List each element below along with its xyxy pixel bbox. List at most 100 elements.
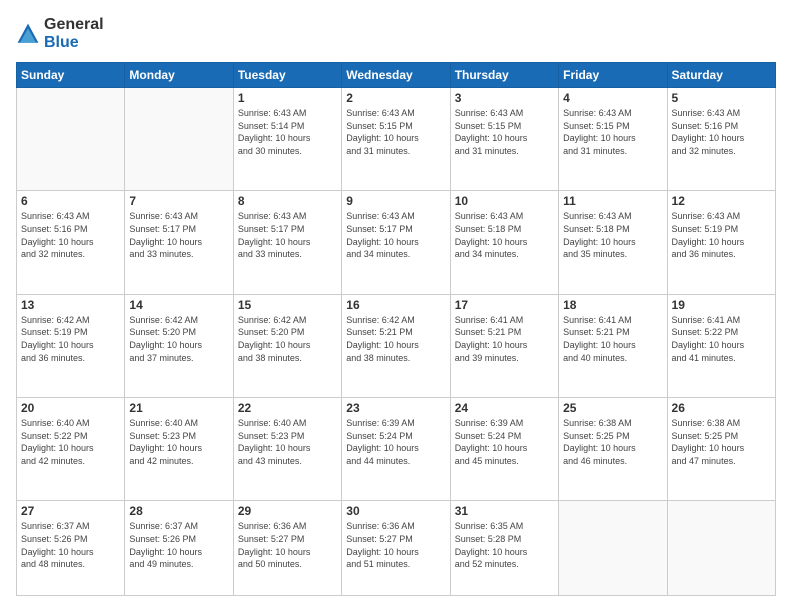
day-number: 21 (129, 401, 228, 415)
day-number: 23 (346, 401, 445, 415)
day-number: 11 (563, 194, 662, 208)
cell-content: Sunrise: 6:38 AM Sunset: 5:25 PM Dayligh… (672, 417, 771, 467)
weekday-header-monday: Monday (125, 63, 233, 88)
day-number: 20 (21, 401, 120, 415)
cell-content: Sunrise: 6:37 AM Sunset: 5:26 PM Dayligh… (129, 520, 228, 570)
cell-content: Sunrise: 6:42 AM Sunset: 5:20 PM Dayligh… (129, 314, 228, 364)
cell-content: Sunrise: 6:43 AM Sunset: 5:18 PM Dayligh… (455, 210, 554, 260)
cell-content: Sunrise: 6:43 AM Sunset: 5:19 PM Dayligh… (672, 210, 771, 260)
cell-content: Sunrise: 6:43 AM Sunset: 5:15 PM Dayligh… (455, 107, 554, 157)
day-number: 9 (346, 194, 445, 208)
calendar-cell: 22 Sunrise: 6:40 AM Sunset: 5:23 PM Dayli… (233, 398, 341, 501)
cell-content: Sunrise: 6:43 AM Sunset: 5:16 PM Dayligh… (672, 107, 771, 157)
weekday-header-tuesday: Tuesday (233, 63, 341, 88)
cell-content: Sunrise: 6:38 AM Sunset: 5:25 PM Dayligh… (563, 417, 662, 467)
calendar-cell: 1 Sunrise: 6:43 AM Sunset: 5:14 PM Daylig… (233, 88, 341, 191)
calendar-cell: 23Sunrise: 6:39 AM Sunset: 5:24 PM Dayli… (342, 398, 450, 501)
calendar-cell: 9 Sunrise: 6:43 AM Sunset: 5:17 PM Daylig… (342, 191, 450, 294)
day-number: 4 (563, 91, 662, 105)
calendar-table: SundayMondayTuesdayWednesdayThursdayFrid… (16, 62, 776, 596)
cell-content: Sunrise: 6:43 AM Sunset: 5:16 PM Dayligh… (21, 210, 120, 260)
calendar-cell: 11 Sunrise: 6:43 AM Sunset: 5:18 PM Dayli… (559, 191, 667, 294)
cell-content: Sunrise: 6:43 AM Sunset: 5:15 PM Dayligh… (563, 107, 662, 157)
week-row-4: 20 Sunrise: 6:40 AM Sunset: 5:22 PM Dayli… (17, 398, 776, 501)
cell-content: Sunrise: 6:40 AM Sunset: 5:23 PM Dayligh… (129, 417, 228, 467)
calendar-cell: 29 Sunrise: 6:36 AM Sunset: 5:27 PM Dayli… (233, 501, 341, 596)
day-number: 12 (672, 194, 771, 208)
calendar-cell: 31 Sunrise: 6:35 AM Sunset: 5:28 PM Dayli… (450, 501, 558, 596)
calendar-cell: 10 Sunrise: 6:43 AM Sunset: 5:18 PM Dayli… (450, 191, 558, 294)
day-number: 10 (455, 194, 554, 208)
calendar-cell: 8 Sunrise: 6:43 AM Sunset: 5:17 PM Daylig… (233, 191, 341, 294)
day-number: 16 (346, 298, 445, 312)
calendar-cell (125, 88, 233, 191)
cell-content: Sunrise: 6:43 AM Sunset: 5:17 PM Dayligh… (346, 210, 445, 260)
calendar-cell: 24Sunrise: 6:39 AM Sunset: 5:24 PM Dayli… (450, 398, 558, 501)
cell-content: Sunrise: 6:42 AM Sunset: 5:20 PM Dayligh… (238, 314, 337, 364)
cell-content: Sunrise: 6:41 AM Sunset: 5:21 PM Dayligh… (455, 314, 554, 364)
weekday-header-row: SundayMondayTuesdayWednesdayThursdayFrid… (17, 63, 776, 88)
day-number: 5 (672, 91, 771, 105)
calendar-cell: 13 Sunrise: 6:42 AM Sunset: 5:19 PM Dayli… (17, 294, 125, 397)
day-number: 29 (238, 504, 337, 518)
cell-content: Sunrise: 6:42 AM Sunset: 5:19 PM Dayligh… (21, 314, 120, 364)
calendar-cell: 17 Sunrise: 6:41 AM Sunset: 5:21 PM Dayli… (450, 294, 558, 397)
day-number: 18 (563, 298, 662, 312)
day-number: 15 (238, 298, 337, 312)
weekday-header-friday: Friday (559, 63, 667, 88)
day-number: 14 (129, 298, 228, 312)
calendar-cell (667, 501, 775, 596)
calendar-cell: 26Sunrise: 6:38 AM Sunset: 5:25 PM Dayli… (667, 398, 775, 501)
day-number: 25 (563, 401, 662, 415)
day-number: 13 (21, 298, 120, 312)
day-number: 17 (455, 298, 554, 312)
weekday-header-thursday: Thursday (450, 63, 558, 88)
calendar-cell (559, 501, 667, 596)
day-number: 27 (21, 504, 120, 518)
cell-content: Sunrise: 6:43 AM Sunset: 5:15 PM Dayligh… (346, 107, 445, 157)
day-number: 19 (672, 298, 771, 312)
calendar-cell: 25 Sunrise: 6:38 AM Sunset: 5:25 PM Dayli… (559, 398, 667, 501)
week-row-2: 6 Sunrise: 6:43 AM Sunset: 5:16 PM Daylig… (17, 191, 776, 294)
calendar-cell: 30 Sunrise: 6:36 AM Sunset: 5:27 PM Dayli… (342, 501, 450, 596)
day-number: 3 (455, 91, 554, 105)
calendar-cell: 7Sunrise: 6:43 AM Sunset: 5:17 PM Daylig… (125, 191, 233, 294)
weekday-header-saturday: Saturday (667, 63, 775, 88)
week-row-5: 27 Sunrise: 6:37 AM Sunset: 5:26 PM Dayli… (17, 501, 776, 596)
cell-content: Sunrise: 6:41 AM Sunset: 5:22 PM Dayligh… (672, 314, 771, 364)
cell-content: Sunrise: 6:41 AM Sunset: 5:21 PM Dayligh… (563, 314, 662, 364)
day-number: 8 (238, 194, 337, 208)
cell-content: Sunrise: 6:43 AM Sunset: 5:18 PM Dayligh… (563, 210, 662, 260)
calendar-cell: 14 Sunrise: 6:42 AM Sunset: 5:20 PM Dayli… (125, 294, 233, 397)
cell-content: Sunrise: 6:36 AM Sunset: 5:27 PM Dayligh… (346, 520, 445, 570)
week-row-3: 13 Sunrise: 6:42 AM Sunset: 5:19 PM Dayli… (17, 294, 776, 397)
logo: General Blue (16, 16, 104, 52)
day-number: 24 (455, 401, 554, 415)
page: General Blue SundayMondayTuesdayWednesda… (0, 0, 792, 612)
calendar-cell: 15 Sunrise: 6:42 AM Sunset: 5:20 PM Dayli… (233, 294, 341, 397)
calendar-cell: 18 Sunrise: 6:41 AM Sunset: 5:21 PM Dayli… (559, 294, 667, 397)
cell-content: Sunrise: 6:40 AM Sunset: 5:22 PM Dayligh… (21, 417, 120, 467)
weekday-header-wednesday: Wednesday (342, 63, 450, 88)
calendar-cell: 4 Sunrise: 6:43 AM Sunset: 5:15 PM Daylig… (559, 88, 667, 191)
day-number: 22 (238, 401, 337, 415)
cell-content: Sunrise: 6:35 AM Sunset: 5:28 PM Dayligh… (455, 520, 554, 570)
day-number: 31 (455, 504, 554, 518)
calendar-cell: 16Sunrise: 6:42 AM Sunset: 5:21 PM Dayli… (342, 294, 450, 397)
cell-content: Sunrise: 6:43 AM Sunset: 5:17 PM Dayligh… (129, 210, 228, 260)
day-number: 28 (129, 504, 228, 518)
day-number: 6 (21, 194, 120, 208)
weekday-header-sunday: Sunday (17, 63, 125, 88)
day-number: 30 (346, 504, 445, 518)
calendar-cell: 20 Sunrise: 6:40 AM Sunset: 5:22 PM Dayli… (17, 398, 125, 501)
day-number: 1 (238, 91, 337, 105)
calendar-cell: 2 Sunrise: 6:43 AM Sunset: 5:15 PM Daylig… (342, 88, 450, 191)
day-number: 2 (346, 91, 445, 105)
cell-content: Sunrise: 6:36 AM Sunset: 5:27 PM Dayligh… (238, 520, 337, 570)
logo-text: General Blue (44, 16, 104, 52)
cell-content: Sunrise: 6:40 AM Sunset: 5:23 PM Dayligh… (238, 417, 337, 467)
cell-content: Sunrise: 6:43 AM Sunset: 5:17 PM Dayligh… (238, 210, 337, 260)
header: General Blue (16, 16, 776, 52)
cell-content: Sunrise: 6:43 AM Sunset: 5:14 PM Dayligh… (238, 107, 337, 157)
calendar-cell: 3 Sunrise: 6:43 AM Sunset: 5:15 PM Daylig… (450, 88, 558, 191)
